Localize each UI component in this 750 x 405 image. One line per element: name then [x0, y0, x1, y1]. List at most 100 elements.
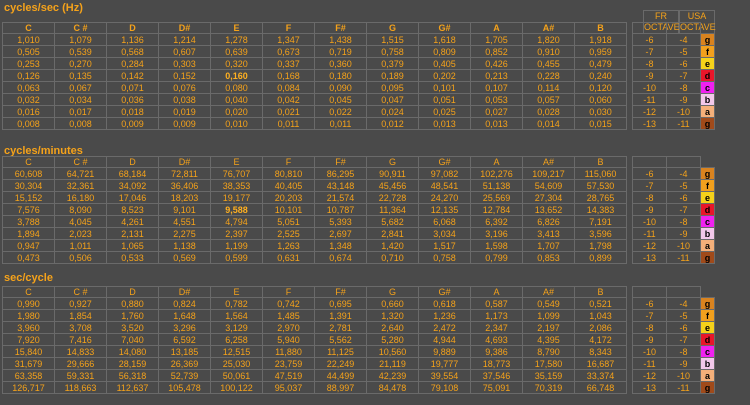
table-cell[interactable]: 10,560: [366, 345, 419, 358]
usa-octave-cell[interactable]: -6: [666, 57, 701, 70]
table-cell[interactable]: 1,214: [158, 33, 211, 46]
table-cell[interactable]: 1,517: [418, 239, 471, 252]
table-cell[interactable]: 0,189: [366, 69, 419, 82]
table-cell[interactable]: 8,343: [574, 345, 627, 358]
usa-octave-cell[interactable]: -5: [666, 309, 701, 322]
table-cell[interactable]: 4,261: [106, 215, 159, 228]
table-cell[interactable]: 0,213: [470, 69, 523, 82]
table-cell[interactable]: 1,199: [210, 239, 263, 252]
fr-octave-cell[interactable]: -9: [632, 333, 667, 346]
table-cell[interactable]: 0,038: [158, 93, 211, 106]
table-cell[interactable]: 0,505: [2, 45, 55, 58]
table-cell[interactable]: 0,028: [522, 105, 575, 118]
table-cell[interactable]: 22,249: [314, 357, 367, 370]
table-cell[interactable]: 0,021: [262, 105, 315, 118]
table-cell[interactable]: 5,682: [366, 215, 419, 228]
table-cell[interactable]: 21,119: [366, 357, 419, 370]
fr-octave-cell[interactable]: -13: [632, 381, 667, 394]
table-cell[interactable]: 6,592: [158, 333, 211, 346]
table-cell[interactable]: 12,515: [210, 345, 263, 358]
table-cell[interactable]: 0,521: [574, 297, 627, 310]
table-cell[interactable]: 79,108: [418, 381, 471, 394]
table-cell[interactable]: 7,040: [106, 333, 159, 346]
table-cell[interactable]: 57,530: [574, 179, 627, 192]
table-cell[interactable]: 7,576: [2, 203, 55, 216]
table-cell[interactable]: 14,080: [106, 345, 159, 358]
table-cell[interactable]: 5,051: [262, 215, 315, 228]
table-cell[interactable]: 3,196: [470, 227, 523, 240]
table-cell[interactable]: 43,148: [314, 179, 367, 192]
fr-octave-cell[interactable]: -6: [632, 33, 667, 46]
table-cell[interactable]: 0,506: [54, 251, 107, 264]
table-cell[interactable]: 3,413: [522, 227, 575, 240]
table-cell[interactable]: 0,809: [418, 45, 471, 58]
usa-octave-cell[interactable]: -6: [666, 191, 701, 204]
table-cell[interactable]: 7,191: [574, 215, 627, 228]
table-cell[interactable]: 1,348: [314, 239, 367, 252]
table-cell[interactable]: 1,820: [522, 33, 575, 46]
table-cell[interactable]: 0,719: [314, 45, 367, 58]
table-cell[interactable]: 1,347: [262, 33, 315, 46]
table-cell[interactable]: 3,034: [418, 227, 471, 240]
table-cell[interactable]: 34,092: [106, 179, 159, 192]
table-cell[interactable]: 15,840: [2, 345, 55, 358]
table-cell[interactable]: 0,639: [210, 45, 263, 58]
table-cell[interactable]: 0,051: [418, 93, 471, 106]
table-cell[interactable]: 17,046: [106, 191, 159, 204]
table-cell[interactable]: 38,353: [210, 179, 263, 192]
table-cell[interactable]: 0,479: [574, 57, 627, 70]
table-cell[interactable]: 13,185: [158, 345, 211, 358]
table-cell[interactable]: 1,079: [54, 33, 107, 46]
table-cell[interactable]: 0,228: [522, 69, 575, 82]
table-cell[interactable]: 0,673: [262, 45, 315, 58]
table-cell[interactable]: 2,697: [314, 227, 367, 240]
table-cell[interactable]: 1,136: [106, 33, 159, 46]
table-cell[interactable]: 1,010: [2, 33, 55, 46]
fr-octave-cell[interactable]: -8: [632, 191, 667, 204]
table-cell[interactable]: 20,203: [262, 191, 315, 204]
table-cell[interactable]: 32,361: [54, 179, 107, 192]
table-cell[interactable]: 1,099: [522, 309, 575, 322]
table-cell[interactable]: 0,360: [314, 57, 367, 70]
table-cell[interactable]: 56,318: [106, 369, 159, 382]
table-cell[interactable]: 1,263: [262, 239, 315, 252]
table-cell[interactable]: 0,045: [314, 93, 367, 106]
table-cell[interactable]: 0,607: [158, 45, 211, 58]
table-cell[interactable]: 0,202: [418, 69, 471, 82]
table-cell[interactable]: 0,426: [470, 57, 523, 70]
table-cell[interactable]: 1,854: [54, 309, 107, 322]
table-cell[interactable]: 8,523: [106, 203, 159, 216]
fr-octave-cell[interactable]: -8: [632, 321, 667, 334]
table-cell[interactable]: 60,608: [2, 167, 55, 180]
table-cell[interactable]: 97,082: [418, 167, 471, 180]
fr-octave-cell[interactable]: -10: [632, 215, 667, 228]
table-cell[interactable]: 19,177: [210, 191, 263, 204]
fr-octave-cell[interactable]: -12: [632, 239, 667, 252]
table-cell[interactable]: 6,392: [470, 215, 523, 228]
table-cell[interactable]: 10,787: [314, 203, 367, 216]
table-cell[interactable]: 1,760: [106, 309, 159, 322]
usa-octave-cell[interactable]: -10: [666, 239, 701, 252]
table-cell[interactable]: 0,168: [262, 69, 315, 82]
table-cell[interactable]: 0,011: [262, 117, 315, 130]
table-cell[interactable]: 24,270: [418, 191, 471, 204]
table-cell[interactable]: 0,126: [2, 69, 55, 82]
usa-octave-cell[interactable]: -11: [666, 381, 701, 394]
table-cell[interactable]: 0,742: [262, 297, 315, 310]
table-cell[interactable]: 0,008: [54, 117, 107, 130]
table-cell[interactable]: 102,276: [470, 167, 523, 180]
table-cell[interactable]: 0,674: [314, 251, 367, 264]
table-cell[interactable]: 0,959: [574, 45, 627, 58]
table-cell[interactable]: 31,679: [2, 357, 55, 370]
table-cell[interactable]: 3,296: [158, 321, 211, 334]
table-cell[interactable]: 2,640: [366, 321, 419, 334]
table-cell[interactable]: 3,708: [54, 321, 107, 334]
table-cell[interactable]: 13,652: [522, 203, 575, 216]
table-cell[interactable]: 0,107: [470, 81, 523, 94]
table-cell[interactable]: 0,053: [470, 93, 523, 106]
table-cell[interactable]: 28,159: [106, 357, 159, 370]
usa-octave-cell[interactable]: -10: [666, 369, 701, 382]
fr-octave-cell[interactable]: -9: [632, 69, 667, 82]
table-cell[interactable]: 1,011: [54, 239, 107, 252]
table-cell[interactable]: 0,019: [158, 105, 211, 118]
